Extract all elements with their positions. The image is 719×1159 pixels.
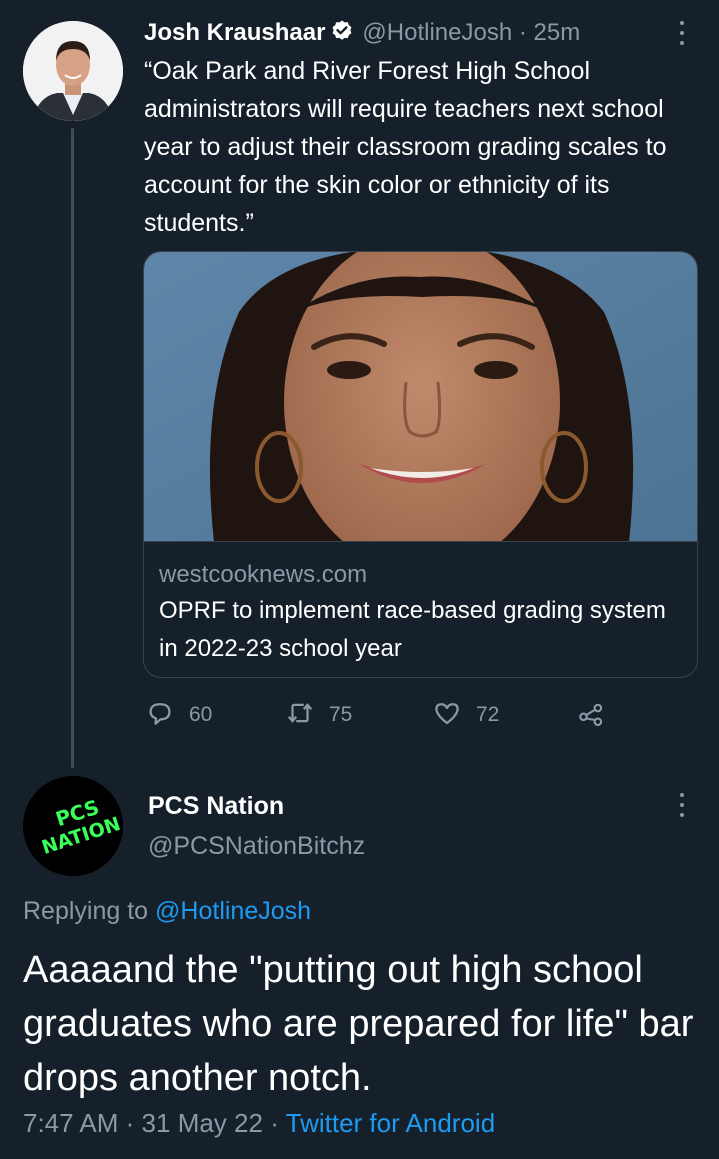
- author-name[interactable]: Josh Kraushaar: [144, 19, 325, 47]
- tweet-timestamp[interactable]: 7:47 AM: [23, 1108, 118, 1138]
- reply-author-name[interactable]: PCS Nation: [148, 792, 284, 821]
- separator: ·: [518, 19, 527, 46]
- tweet-date[interactable]: 31 May 22: [142, 1108, 263, 1138]
- tweet-header: Josh Kraushaar @HotlineJosh · 25m: [144, 16, 704, 50]
- retweet-count: 75: [329, 703, 353, 726]
- replying-handle-link[interactable]: @HotlineJosh: [155, 897, 311, 925]
- thread-line: [71, 128, 74, 768]
- like-button[interactable]: 72: [432, 698, 499, 732]
- reply-icon: [145, 698, 175, 733]
- reply-count: 60: [189, 703, 213, 726]
- tweet-time[interactable]: 25m: [534, 19, 581, 46]
- like-icon: [432, 698, 462, 733]
- tweet-meta: 7:47 AM · 31 May 22 · Twitter for Androi…: [23, 1108, 495, 1139]
- card-image: [144, 252, 697, 542]
- verified-badge-icon: [325, 19, 362, 48]
- replying-to: Replying to @HotlineJosh: [23, 897, 311, 926]
- tweet-page: Josh Kraushaar @HotlineJosh · 25m “Oak P…: [0, 0, 719, 1159]
- reply-button[interactable]: 60: [145, 698, 212, 732]
- share-icon: [576, 698, 606, 733]
- more-icon[interactable]: [670, 18, 694, 48]
- author-avatar[interactable]: [23, 21, 123, 121]
- separator: ·: [270, 1108, 279, 1138]
- more-icon[interactable]: [670, 790, 694, 820]
- retweet-button[interactable]: 75: [285, 698, 352, 732]
- client-link[interactable]: Twitter for Android: [286, 1108, 496, 1138]
- reply-tweet-text: Aaaaand the "putting out high school gra…: [23, 949, 694, 1099]
- retweet-icon: [285, 698, 315, 733]
- card-domain: westcooknews.com: [159, 561, 368, 588]
- separator: ·: [125, 1108, 135, 1138]
- replying-prefix: Replying to: [23, 897, 149, 925]
- card-title: OPRF to implement race-based grading sys…: [159, 597, 666, 662]
- tweet-text: “Oak Park and River Forest High School a…: [144, 57, 667, 237]
- reply-author-avatar[interactable]: PCS NATION: [23, 776, 123, 876]
- link-card[interactable]: westcooknews.com OPRF to implement race-…: [143, 251, 698, 678]
- author-handle[interactable]: @HotlineJosh: [362, 19, 512, 46]
- reply-author-handle[interactable]: @PCSNationBitchz: [148, 832, 365, 861]
- card-divider: [144, 541, 697, 542]
- share-button[interactable]: [576, 698, 606, 732]
- like-count: 72: [476, 703, 500, 726]
